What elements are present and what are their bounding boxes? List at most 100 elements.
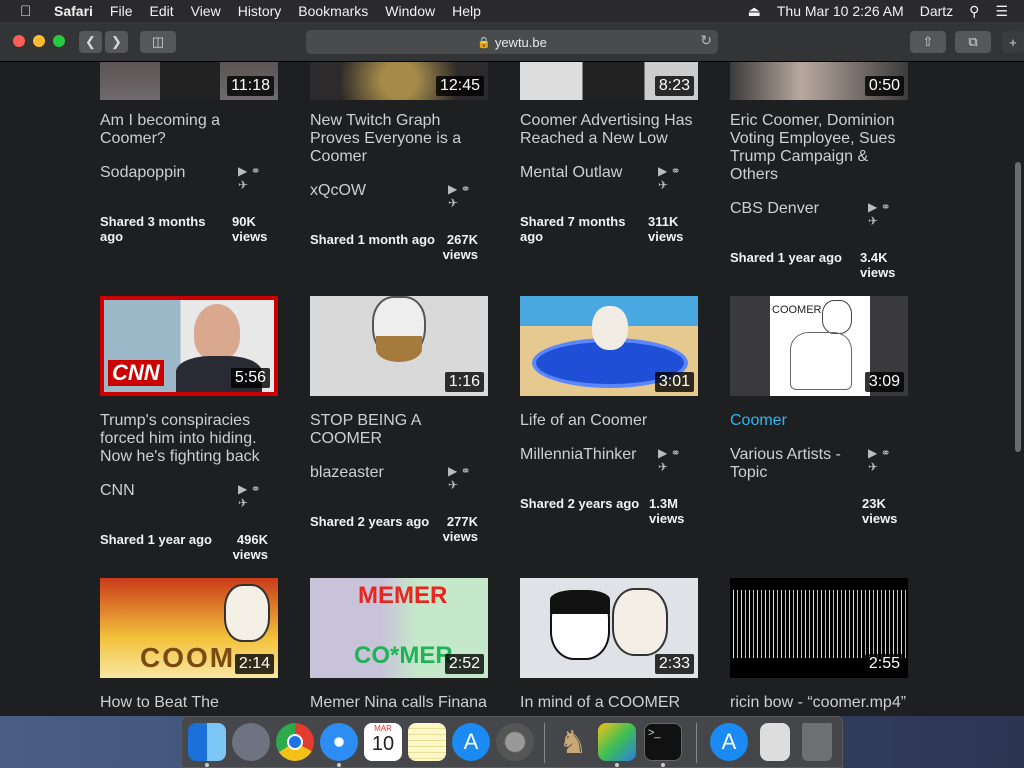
menu-edit[interactable]: Edit xyxy=(149,3,173,19)
menubar-user[interactable]: Dartz xyxy=(920,3,953,19)
calendar-icon[interactable]: MAR 10 xyxy=(364,723,402,761)
file-icon[interactable] xyxy=(760,723,790,761)
video-title[interactable]: Memer Nina calls Finana xyxy=(310,694,490,712)
chess-icon[interactable]: ♞ xyxy=(554,723,592,761)
airplane-icon[interactable]: ✈ xyxy=(658,178,668,192)
headphones-icon[interactable]: ⚭ xyxy=(251,164,261,178)
channel-name[interactable]: xQcOW xyxy=(310,182,445,200)
channel-name[interactable]: MillenniaThinker xyxy=(520,446,655,464)
youtube-icon[interactable]: ▶ xyxy=(658,446,667,460)
video-thumbnail[interactable]: COOMER 3:09 xyxy=(730,296,908,396)
back-button[interactable]: ❮ xyxy=(79,31,102,53)
video-thumbnail[interactable]: 11:18 xyxy=(100,62,278,100)
reload-icon[interactable]: ↻ xyxy=(700,32,712,49)
headphones-icon[interactable]: ⚭ xyxy=(251,482,261,496)
vertical-scrollbar[interactable] xyxy=(1012,62,1024,716)
airplane-icon[interactable]: ✈ xyxy=(868,214,878,228)
menu-window[interactable]: Window xyxy=(385,3,435,19)
finder-icon[interactable] xyxy=(188,723,226,761)
video-title[interactable]: Coomer Advertising Has Reached a New Low xyxy=(520,112,700,148)
chrome-icon[interactable] xyxy=(276,723,314,761)
headphones-icon[interactable]: ⚭ xyxy=(461,182,471,196)
control-center-icon[interactable]: ☰ xyxy=(995,3,1008,20)
airplane-icon[interactable]: ✈ xyxy=(238,496,248,510)
video-thumbnail[interactable]: 8:23 xyxy=(520,62,698,100)
new-tab-button[interactable]: + xyxy=(1002,31,1024,53)
video-title[interactable]: Life of an Coomer xyxy=(520,412,700,430)
headphones-icon[interactable]: ⚭ xyxy=(671,164,681,178)
channel-name[interactable]: Various Artists - Topic xyxy=(730,446,865,482)
shared-date: Shared 2 years ago xyxy=(310,514,430,529)
video-title[interactable]: Coomer xyxy=(730,412,910,430)
video-title[interactable]: ricin bow - “coomer.mp4” xyxy=(730,694,920,712)
launchpad-icon[interactable] xyxy=(232,723,270,761)
video-thumbnail[interactable]: 2:33 xyxy=(520,578,698,678)
menubar-datetime[interactable]: Thu Mar 10 2:26 AM xyxy=(777,3,904,19)
video-title[interactable]: Trump's conspiracies forced him into hid… xyxy=(100,412,280,466)
video-thumbnail[interactable]: 12:45 xyxy=(310,62,488,100)
shared-date: Shared 1 year ago xyxy=(730,250,842,265)
youtube-icon[interactable]: ▶ xyxy=(658,164,667,178)
app-store-icon[interactable]: A xyxy=(452,723,490,761)
sidebar-toggle-button[interactable]: ◫ xyxy=(140,31,176,53)
apple-icon[interactable]:  xyxy=(20,3,40,20)
headphones-icon[interactable]: ⚭ xyxy=(671,446,681,460)
menu-help[interactable]: Help xyxy=(452,3,481,19)
video-thumbnail[interactable]: 2:55 xyxy=(730,578,908,678)
airplane-icon[interactable]: ✈ xyxy=(868,460,878,474)
menu-view[interactable]: View xyxy=(191,3,221,19)
eject-icon[interactable]: ⏏ xyxy=(748,3,761,20)
channel-name[interactable]: Sodapoppin xyxy=(100,164,235,182)
zoom-window-button[interactable] xyxy=(53,35,65,47)
video-title[interactable]: STOP BEING A COOMER xyxy=(310,412,490,448)
minimize-window-button[interactable] xyxy=(33,35,45,47)
notes-icon[interactable] xyxy=(408,723,446,761)
menu-history[interactable]: History xyxy=(238,3,282,19)
menu-safari[interactable]: Safari xyxy=(54,3,93,19)
headphones-icon[interactable]: ⚭ xyxy=(881,446,891,460)
video-thumbnail[interactable]: COOM 2:14 xyxy=(100,578,278,678)
video-title[interactable]: New Twitch Graph Proves Everyone is a Co… xyxy=(310,112,490,166)
video-thumbnail[interactable]: 0:50 xyxy=(730,62,908,100)
video-thumbnail[interactable]: MEMER CO*MER 2:52 xyxy=(310,578,488,678)
video-thumbnail[interactable]: 1:16 xyxy=(310,296,488,396)
channel-name[interactable]: Mental Outlaw xyxy=(520,164,655,182)
tab-overview-button[interactable]: ⧉ xyxy=(955,31,991,53)
airplane-icon[interactable]: ✈ xyxy=(448,478,458,492)
youtube-icon[interactable]: ▶ xyxy=(868,200,877,214)
safari-icon[interactable] xyxy=(320,723,358,761)
system-preferences-icon[interactable] xyxy=(496,723,534,761)
youtube-icon[interactable]: ▶ xyxy=(448,182,457,196)
lock-icon: 🔒 xyxy=(477,36,491,49)
channel-name[interactable]: blazeaster xyxy=(310,464,445,482)
trash-icon[interactable] xyxy=(802,723,832,761)
address-bar[interactable]: 🔒 yewtu.be ↻ xyxy=(306,30,718,54)
headphones-icon[interactable]: ⚭ xyxy=(461,464,471,478)
menu-file[interactable]: File xyxy=(110,3,133,19)
video-thumbnail[interactable]: 3:01 xyxy=(520,296,698,396)
youtube-icon[interactable]: ▶ xyxy=(238,482,247,496)
scrollbar-thumb[interactable] xyxy=(1015,162,1021,452)
video-title[interactable]: How to Beat The xyxy=(100,694,280,712)
video-thumbnail[interactable]: CNN 5:56 xyxy=(100,296,278,396)
airplane-icon[interactable]: ✈ xyxy=(238,178,248,192)
search-icon[interactable]: ⚲ xyxy=(969,3,979,20)
bluestacks-icon[interactable] xyxy=(598,723,636,761)
youtube-icon[interactable]: ▶ xyxy=(238,164,247,178)
channel-name[interactable]: CNN xyxy=(100,482,235,500)
terminal-icon[interactable]: >_ xyxy=(644,723,682,761)
airplane-icon[interactable]: ✈ xyxy=(448,196,458,210)
share-button[interactable]: ⇧ xyxy=(910,31,946,53)
app-store-icon[interactable]: A xyxy=(710,723,748,761)
airplane-icon[interactable]: ✈ xyxy=(658,460,668,474)
menu-bookmarks[interactable]: Bookmarks xyxy=(298,3,368,19)
close-window-button[interactable] xyxy=(13,35,25,47)
video-title[interactable]: In mind of a COOMER xyxy=(520,694,700,712)
channel-name[interactable]: CBS Denver xyxy=(730,200,865,218)
youtube-icon[interactable]: ▶ xyxy=(868,446,877,460)
youtube-icon[interactable]: ▶ xyxy=(448,464,457,478)
video-title[interactable]: Eric Coomer, Dominion Voting Employee, S… xyxy=(730,112,910,184)
video-title[interactable]: Am I becoming a Coomer? xyxy=(100,112,280,148)
forward-button[interactable]: ❯ xyxy=(105,31,128,53)
headphones-icon[interactable]: ⚭ xyxy=(881,200,891,214)
